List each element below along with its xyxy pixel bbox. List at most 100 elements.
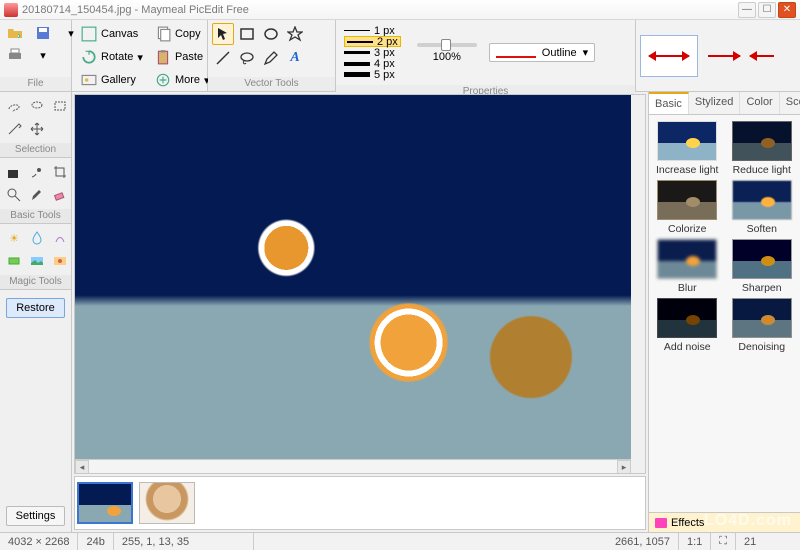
select-rect-button[interactable] xyxy=(49,95,71,117)
group-file-label: File xyxy=(0,77,71,91)
window-title: 20180714_150454.jpg - Maymeal PicEdit Fr… xyxy=(22,4,736,16)
arrow-preset-double[interactable] xyxy=(640,35,698,77)
chevron-down-icon: ▾ xyxy=(583,46,589,59)
paste-label: Paste xyxy=(175,51,203,63)
effect-colorize[interactable]: Colorize xyxy=(653,180,722,235)
effect-reduce-light[interactable]: Reduce light xyxy=(728,121,797,176)
effect-blur[interactable]: Blur xyxy=(653,239,722,294)
ribbon: ▾ ▾ File Canvas Rotate▾ Gallery Copy Pas… xyxy=(0,20,800,92)
save-icon[interactable] xyxy=(32,23,54,43)
outline-label: Outline xyxy=(542,47,577,59)
arrow-preset-panel xyxy=(636,20,800,91)
print-icon[interactable] xyxy=(4,45,26,65)
close-button[interactable]: ✕ xyxy=(778,2,796,18)
minimize-button[interactable]: — xyxy=(738,2,756,18)
vector-lasso-button[interactable] xyxy=(236,47,258,69)
scroll-left-icon[interactable]: ◂ xyxy=(75,460,89,474)
vector-line-button[interactable] xyxy=(212,47,234,69)
vector-text-button[interactable]: A xyxy=(284,47,306,69)
group-image: Canvas Rotate▾ Gallery Copy Paste More▾ … xyxy=(72,20,208,91)
maximize-button[interactable]: ☐ xyxy=(758,2,776,18)
print-dropdown-icon[interactable]: ▾ xyxy=(32,45,54,65)
tab-color[interactable]: Color xyxy=(740,92,779,114)
document-image xyxy=(75,95,631,459)
stroke-width-list[interactable]: 1 px 2 px 3 px 4 px 5 px xyxy=(340,23,405,82)
rotate-button[interactable]: Rotate▾ xyxy=(76,46,148,68)
effects-category-tab[interactable]: Effects xyxy=(649,512,800,532)
group-vector-label: Vector Tools xyxy=(208,77,335,91)
magic-heal-button[interactable] xyxy=(3,250,25,272)
copy-label: Copy xyxy=(175,28,201,40)
magic-drop-button[interactable] xyxy=(26,227,48,249)
vector-ellipse-button[interactable] xyxy=(260,23,282,45)
status-zoom[interactable]: 21 xyxy=(736,533,800,550)
select-magic-button[interactable] xyxy=(3,118,25,140)
effect-increase-light[interactable]: Increase light xyxy=(653,121,722,176)
zoom-button[interactable] xyxy=(3,184,25,206)
status-cursor-pos: 2661, 1057 xyxy=(607,533,679,550)
fill-button[interactable] xyxy=(3,161,25,183)
px-5-label: 5 px xyxy=(374,69,395,81)
crop-button[interactable] xyxy=(49,161,71,183)
magic-scenic-button[interactable] xyxy=(26,250,48,272)
canvas-area: ◂ ▸ xyxy=(72,92,648,532)
group-file: ▾ ▾ File xyxy=(0,20,72,91)
effect-denoising[interactable]: Denoising xyxy=(728,298,797,353)
status-bar: 4032 × 2268 24b 255, 1, 13, 35 2661, 105… xyxy=(0,532,800,550)
tab-scene[interactable]: Scene xyxy=(780,92,800,114)
gallery-label: Gallery xyxy=(101,74,136,86)
outline-dropdown[interactable]: Outline ▾ xyxy=(489,43,595,62)
status-bitdepth: 24b xyxy=(78,533,113,550)
effect-sharpen[interactable]: Sharpen xyxy=(728,239,797,294)
vector-pointer-button[interactable] xyxy=(212,23,234,45)
gallery-button[interactable]: Gallery xyxy=(76,69,148,91)
app-icon xyxy=(4,3,18,17)
image-view[interactable] xyxy=(75,95,631,459)
scrollbar-horizontal[interactable]: ◂ ▸ xyxy=(75,459,631,473)
zoom-value: 100% xyxy=(433,51,461,63)
more-label: More xyxy=(175,74,200,86)
effect-add-noise[interactable]: Add noise xyxy=(653,298,722,353)
settings-button[interactable]: Settings xyxy=(6,506,65,526)
effects-tabs: Basic Stylized Color Scene xyxy=(649,92,800,115)
thumbnail-1[interactable] xyxy=(77,482,133,524)
group-properties: 1 px 2 px 3 px 4 px 5 px 100% Outline ▾ … xyxy=(336,20,636,91)
outline-swatch xyxy=(496,48,536,58)
thumbnail-strip xyxy=(74,476,646,530)
toolbox-basic-label: Basic Tools xyxy=(0,209,71,223)
restore-button[interactable]: Restore xyxy=(6,298,65,318)
opacity-slider[interactable] xyxy=(417,43,477,47)
main-area: Selection Basic Tools ☀ Magic Too xyxy=(0,92,800,532)
titlebar: 20180714_150454.jpg - Maymeal PicEdit Fr… xyxy=(0,0,800,20)
vector-rectangle-button[interactable] xyxy=(236,23,258,45)
effect-soften[interactable]: Soften xyxy=(728,180,797,235)
select-lasso-button[interactable] xyxy=(26,95,48,117)
brush-button[interactable] xyxy=(26,184,48,206)
status-fit-button[interactable]: 1:1 xyxy=(679,533,711,550)
toolbox: Selection Basic Tools ☀ Magic Too xyxy=(0,92,72,532)
status-fit-icon[interactable]: ⛶ xyxy=(711,533,736,550)
select-move-button[interactable] xyxy=(26,118,48,140)
tab-stylized[interactable]: Stylized xyxy=(689,92,741,114)
magic-sun-button[interactable]: ☀ xyxy=(3,227,25,249)
more-button[interactable]: More▾ xyxy=(150,69,215,91)
eyedropper-button[interactable] xyxy=(26,161,48,183)
copy-button[interactable]: Copy xyxy=(150,23,215,45)
open-icon[interactable] xyxy=(4,23,26,43)
select-rope-button[interactable] xyxy=(3,95,25,117)
magic-portrait-button[interactable] xyxy=(49,250,71,272)
scroll-right-icon[interactable]: ▸ xyxy=(617,460,631,474)
magic-smudge-button[interactable] xyxy=(49,227,71,249)
arrow-preset-right[interactable] xyxy=(708,55,740,57)
canvas-button[interactable]: Canvas xyxy=(76,23,148,45)
chevron-down-icon: ▾ xyxy=(137,51,143,64)
arrow-preset-left[interactable] xyxy=(750,55,774,57)
vector-star-button[interactable] xyxy=(284,23,306,45)
eraser-button[interactable] xyxy=(49,184,71,206)
thumbnail-2[interactable] xyxy=(139,482,195,524)
status-rgba: 255, 1, 13, 35 xyxy=(114,533,254,550)
paste-button[interactable]: Paste xyxy=(150,46,215,68)
tab-basic[interactable]: Basic xyxy=(649,92,689,114)
group-vector-tools: A Vector Tools xyxy=(208,20,336,91)
vector-pen-button[interactable] xyxy=(260,47,282,69)
